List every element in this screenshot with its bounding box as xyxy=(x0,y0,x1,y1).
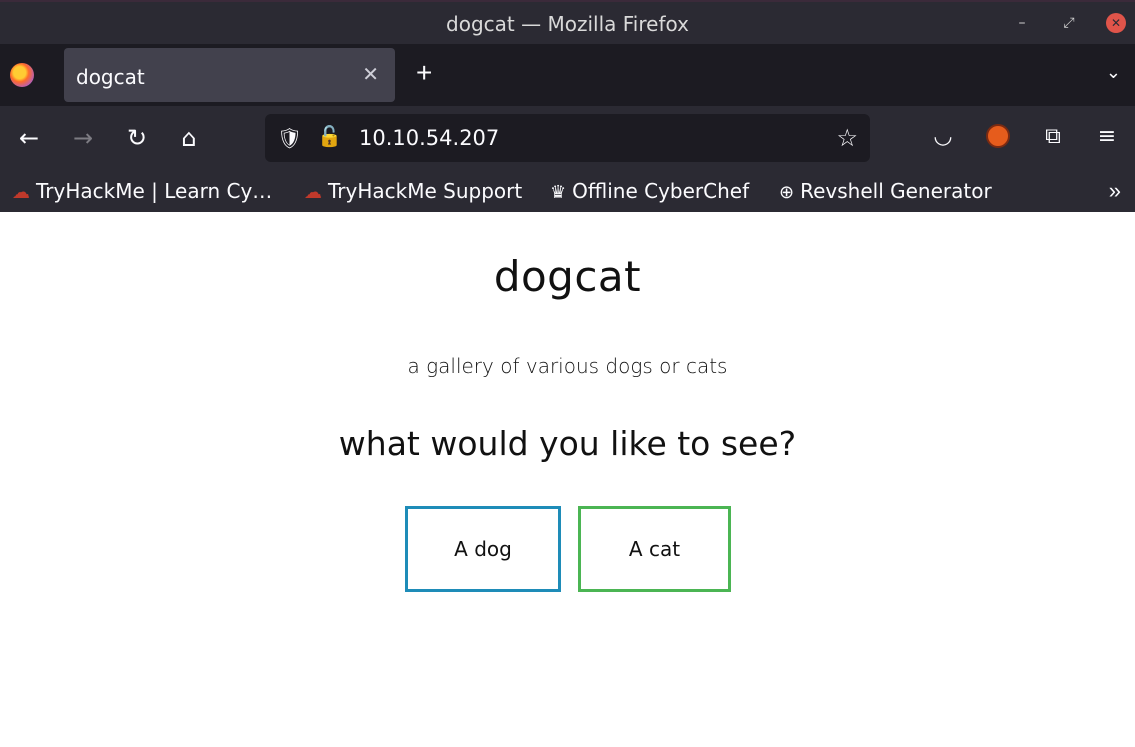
bookmark-star-icon[interactable]: ☆ xyxy=(836,124,858,153)
maximize-icon[interactable]: ⤢ xyxy=(1061,15,1077,31)
reload-icon[interactable]: ↻ xyxy=(122,124,152,152)
close-window-icon[interactable]: ✕ xyxy=(1106,13,1126,33)
page-content: dogcat a gallery of various dogs or cats… xyxy=(0,212,1135,747)
tab-dogcat[interactable]: dogcat ✕ xyxy=(64,48,395,102)
window-title: dogcat — Mozilla Firefox xyxy=(446,12,689,36)
url-bar[interactable]: 🛡 🔓 10.10.54.207 ☆ xyxy=(265,114,870,162)
menu-icon[interactable]: ≡ xyxy=(1092,124,1122,149)
firefox-logo-icon[interactable] xyxy=(10,63,34,87)
bookmark-label: Offline CyberChef xyxy=(572,179,750,203)
bookmark-item[interactable]: ⊕ Revshell Generator xyxy=(779,179,992,203)
bookmark-item[interactable]: ☁ TryHackMe Support xyxy=(304,179,522,203)
back-icon[interactable]: ← xyxy=(14,124,44,152)
tab-bar: dogcat ✕ + ⌄ xyxy=(0,44,1135,106)
extension-foxyproxy-icon[interactable] xyxy=(986,124,1010,148)
pocket-icon[interactable]: ◡ xyxy=(928,124,958,149)
chevron-down-icon[interactable]: ⌄ xyxy=(1106,62,1121,83)
forward-icon[interactable]: → xyxy=(68,124,98,152)
dog-button[interactable]: A dog xyxy=(405,506,561,592)
close-tab-icon[interactable]: ✕ xyxy=(362,62,379,87)
window-titlebar: dogcat — Mozilla Firefox – ⤢ ✕ xyxy=(0,0,1135,44)
globe-icon: ⊕ xyxy=(779,182,795,203)
cloud-icon: ☁ xyxy=(12,182,30,203)
bookmark-label: Revshell Generator xyxy=(800,179,992,203)
bookmark-item[interactable]: ♛ Offline CyberChef xyxy=(550,179,749,203)
navigation-toolbar: ← → ↻ ⌂ 🛡 🔓 10.10.54.207 ☆ ◡ ⧉ ≡ xyxy=(0,106,1135,172)
url-input[interactable]: 10.10.54.207 xyxy=(359,126,499,150)
bookmark-label: TryHackMe Support xyxy=(328,179,523,203)
page-title: dogcat xyxy=(493,252,642,301)
question-heading: what would you like to see? xyxy=(338,424,797,463)
home-icon[interactable]: ⌂ xyxy=(174,124,204,152)
cat-button[interactable]: A cat xyxy=(578,506,731,592)
new-tab-button[interactable]: + xyxy=(416,57,432,89)
chef-hat-icon: ♛ xyxy=(550,182,567,203)
bookmark-label: TryHackMe | Learn Cy… xyxy=(36,179,273,203)
tracking-shield-icon[interactable]: 🛡 xyxy=(277,126,302,151)
insecure-lock-icon[interactable]: 🔓 xyxy=(317,124,342,149)
minimize-icon[interactable]: – xyxy=(1014,15,1030,31)
cloud-icon: ☁ xyxy=(304,182,322,203)
bookmark-item[interactable]: ☁ TryHackMe | Learn Cy… xyxy=(12,179,272,203)
tab-label: dogcat xyxy=(76,65,145,89)
bookmarks-toolbar: ☁ TryHackMe | Learn Cy… ☁ TryHackMe Suppor… xyxy=(0,172,1135,212)
page-subtitle: a gallery of various dogs or cats xyxy=(407,354,728,378)
extensions-icon[interactable]: ⧉ xyxy=(1038,124,1068,149)
bookmarks-overflow-icon[interactable]: » xyxy=(1109,178,1121,204)
